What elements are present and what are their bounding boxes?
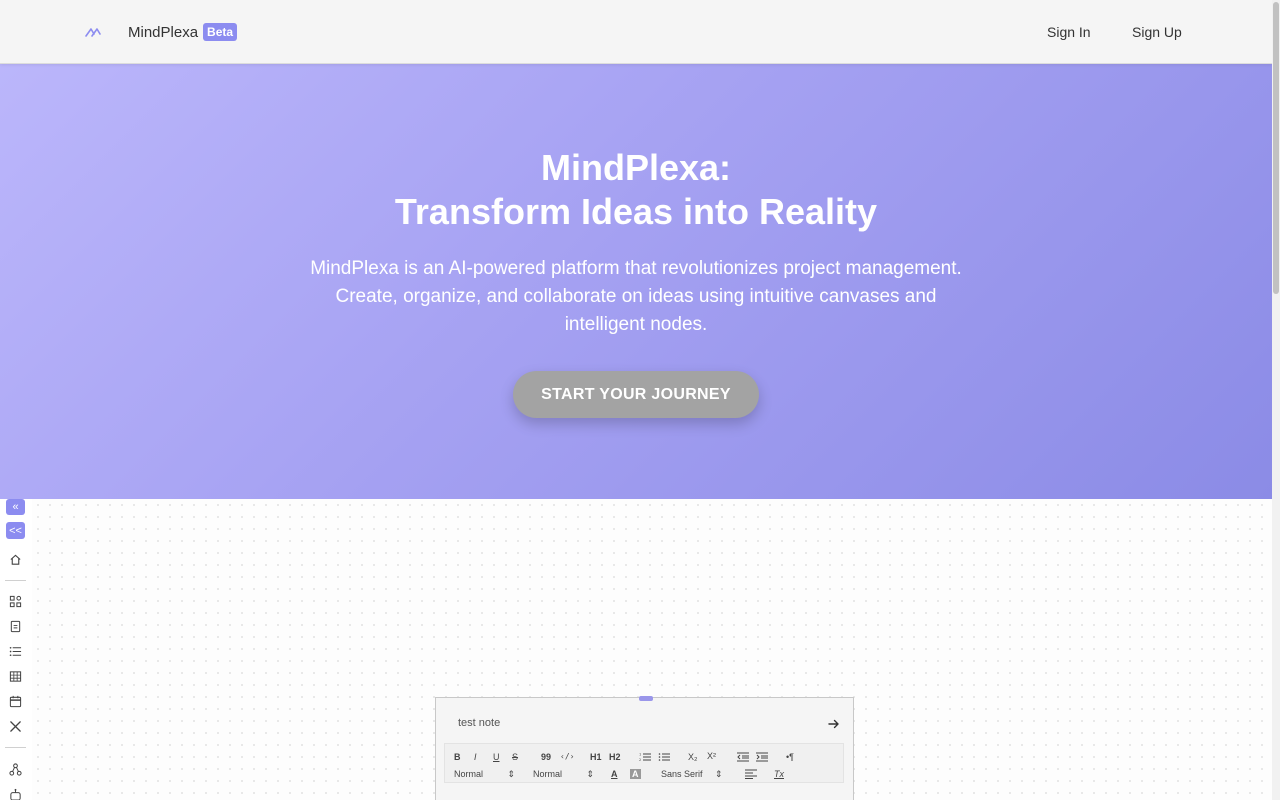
ordered-list-icon[interactable]: 12 [639,752,651,764]
italic-button[interactable]: I [474,752,477,762]
note-card[interactable]: test note B I U S 99 ‹/› H1 H2 12 X₂ X² … [435,696,854,800]
canvas-sidebar: « << [0,499,32,800]
subscript-button[interactable]: X₂ [688,752,698,762]
top-navbar: MindPlexa Beta Sign In Sign Up [0,0,1272,64]
sidebar-divider [5,580,26,581]
arrow-right-icon[interactable] [828,717,840,729]
svg-text:1: 1 [639,753,641,757]
sidebar-divider [5,747,26,748]
bullet-list-icon[interactable] [658,752,670,764]
hero-title-line1: MindPlexa: [540,147,732,188]
hero-section: MindPlexa: Transform Ideas into Reality … [0,64,1272,499]
svg-text:2: 2 [639,758,641,762]
outdent-icon[interactable] [737,752,749,764]
header-select[interactable]: Normal ⇕ [454,769,515,780]
brand[interactable]: MindPlexa Beta [84,0,238,64]
grid-icon[interactable] [8,594,23,609]
hero-title-line2: Transform Ideas into Reality [394,191,878,232]
size-select[interactable]: Normal ⇕ [533,769,594,780]
note-title[interactable]: test note [458,717,500,729]
text-color-button[interactable]: A [611,769,618,779]
hero-description: MindPlexa is an AI-powered platform that… [310,258,962,335]
sign-up-button[interactable]: Sign Up [1132,0,1182,64]
strike-button[interactable]: S [512,752,518,762]
list-icon[interactable] [8,644,23,659]
size-select-value: Normal [533,769,563,779]
beta-badge: Beta [203,23,238,41]
home-icon[interactable] [8,552,23,567]
sign-in-button[interactable]: Sign In [1047,0,1091,64]
table-icon[interactable] [8,669,23,684]
document-icon[interactable] [8,619,23,634]
select-arrows-icon: ⇕ [715,769,723,779]
rich-text-toolbar: B I U S 99 ‹/› H1 H2 12 X₂ X² •¶ Normal … [444,743,844,783]
logo-icon [84,23,102,41]
font-select[interactable]: Sans Serif ⇕ [661,769,723,780]
header-select-value: Normal [454,769,484,779]
quote-button[interactable]: 99 [541,752,551,762]
bot-icon[interactable] [8,787,23,800]
hero-title: MindPlexa: Transform Ideas into Reality [0,146,1272,234]
rtl-button[interactable]: •¶ [786,752,794,762]
bold-button[interactable]: B [454,752,461,762]
page-scrollbar[interactable] [1272,0,1280,800]
tools-icon[interactable] [8,719,23,734]
clear-format-button[interactable]: Tx [774,769,784,779]
note-drag-handle[interactable] [639,696,653,701]
background-color-button[interactable]: A [630,769,641,779]
scroll-thumb[interactable] [1273,2,1279,294]
collapse-button[interactable]: « [6,499,25,515]
start-journey-button[interactable]: START YOUR JOURNEY [513,371,759,418]
code-button[interactable]: ‹/› [560,752,574,761]
underline-button[interactable]: U [493,752,500,762]
font-select-value: Sans Serif [661,769,703,779]
hierarchy-icon[interactable] [8,762,23,777]
indent-icon[interactable] [756,752,768,764]
superscript-button[interactable]: X² [707,751,716,761]
select-arrows-icon: ⇕ [586,769,595,779]
collapse-sidebar-button[interactable]: << [6,522,25,539]
h2-button[interactable]: H2 [609,752,621,762]
h1-button[interactable]: H1 [590,752,602,762]
select-arrows-icon: ⇕ [507,769,516,779]
align-left-icon[interactable] [745,769,757,781]
calendar-icon[interactable] [8,694,23,709]
brand-name: MindPlexa [128,23,199,41]
